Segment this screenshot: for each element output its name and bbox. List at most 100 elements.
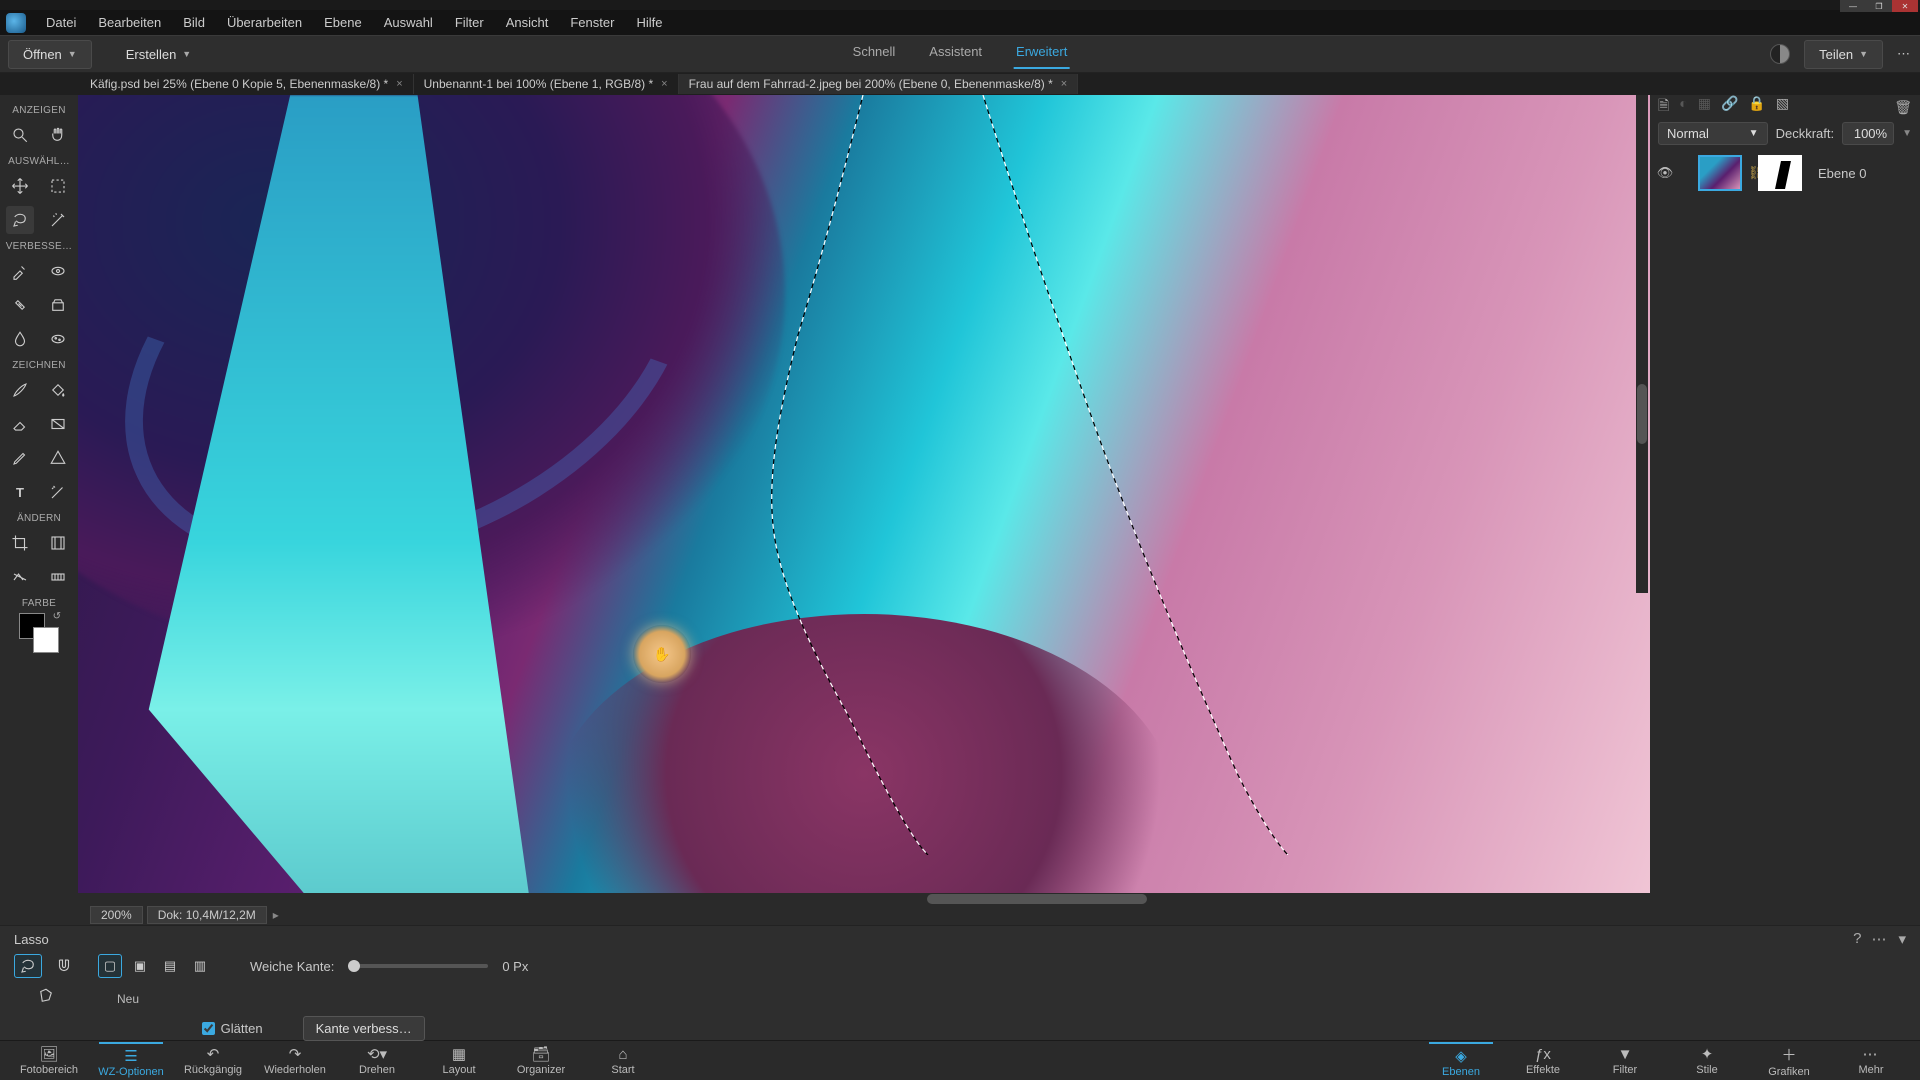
hand-tool-icon[interactable] [44,121,72,149]
healing-tool-icon[interactable] [6,291,34,319]
straighten-tool-icon[interactable] [6,563,34,591]
menu-datei[interactable]: Datei [36,11,86,34]
selection-new-icon[interactable]: ▢ [98,954,122,978]
shape-tool-icon[interactable] [44,444,72,472]
scrollbar-thumb[interactable] [927,894,1147,904]
menu-bearbeiten[interactable]: Bearbeiten [88,11,171,34]
doc-tab-0[interactable]: Käfig.psd bei 25% (Ebene 0 Kopie 5, Eben… [80,74,414,94]
refine-edge-button[interactable]: Kante verbess… [303,1016,425,1041]
redeye-tool-icon[interactable] [44,257,72,285]
recompose-tool-icon[interactable] [44,529,72,557]
menu-auswahl[interactable]: Auswahl [374,11,443,34]
color-replace-tool-icon[interactable] [44,478,72,506]
mode-guided[interactable]: Assistent [927,40,984,69]
layer-name[interactable]: Ebene 0 [1818,166,1866,181]
theme-toggle-icon[interactable] [1770,44,1790,64]
layout-button[interactable]: ▦ Layout [418,1041,500,1080]
horizontal-scrollbar[interactable] [78,893,1650,905]
content-aware-tool-icon[interactable] [44,563,72,591]
menu-fenster[interactable]: Fenster [560,11,624,34]
selection-intersect-icon[interactable]: ▥ [188,954,212,978]
layer-mask-icon[interactable]: ▦ [1698,95,1711,119]
panel-more[interactable]: ⋯ Mehr [1830,1041,1912,1080]
close-icon[interactable]: × [1061,78,1067,90]
color-swatches[interactable]: ↺ [19,613,59,653]
doc-tab-2[interactable]: Frau auf dem Fahrrad-2.jpeg bei 200% (Eb… [679,74,1079,94]
appbar-more-icon[interactable]: ⋯ [1897,46,1912,62]
marquee-tool-icon[interactable] [44,172,72,200]
blend-mode-select[interactable]: Normal ▼ [1658,122,1768,145]
link-layers-icon[interactable]: 🔗 [1721,95,1738,119]
panel-layers[interactable]: ◈ Ebenen [1420,1041,1502,1080]
chevron-right-icon[interactable]: ▸ [273,908,279,922]
scrollbar-thumb[interactable] [1637,384,1647,444]
window-maximize-button[interactable]: ❐ [1866,0,1892,12]
collapse-panel-icon[interactable]: ▾ [1898,930,1906,948]
panel-filters[interactable]: ▼ Filter [1584,1041,1666,1080]
layer-adjust-icon[interactable]: ◐ [1679,95,1687,119]
opacity-field[interactable]: 100% [1842,122,1894,145]
undo-button[interactable]: ↶ Rückgängig [172,1041,254,1080]
feather-slider[interactable] [348,964,488,968]
lock-layer-icon[interactable]: 🔒 [1748,95,1765,119]
layer-fx-menu-icon[interactable]: ▧ [1776,95,1789,119]
zoom-field[interactable]: 200% [90,906,143,924]
antialias-checkbox[interactable]: Glätten [202,1021,263,1036]
window-minimize-button[interactable]: — [1840,0,1866,12]
menu-bild[interactable]: Bild [173,11,215,34]
panel-menu-icon[interactable]: ⋯ [1871,930,1888,948]
delete-layer-icon[interactable]: 🗑 [1894,99,1912,116]
close-icon[interactable]: × [661,78,667,90]
help-icon[interactable]: ? [1853,930,1861,948]
swap-colors-icon[interactable]: ↺ [53,611,61,622]
redo-button[interactable]: ↷ Wiederholen [254,1041,336,1080]
blur-tool-icon[interactable] [6,325,34,353]
menu-ansicht[interactable]: Ansicht [496,11,559,34]
organizer-button[interactable]: 🗃 Organizer [500,1041,582,1080]
open-button[interactable]: Öffnen ▼ [8,40,92,69]
mode-expert[interactable]: Erweitert [1014,40,1069,69]
pencil-tool-icon[interactable] [6,444,34,472]
sponge-tool-icon[interactable] [44,325,72,353]
panel-styles[interactable]: ✦ Stile [1666,1041,1748,1080]
background-color[interactable] [33,627,59,653]
home-button[interactable]: ⌂ Start [582,1041,664,1080]
lasso-tool-icon[interactable] [6,206,34,234]
visibility-toggle-icon[interactable]: 👁 [1656,165,1674,181]
chevron-down-icon[interactable]: ▼ [1902,128,1912,139]
slider-thumb[interactable] [348,960,360,972]
eraser-tool-icon[interactable] [6,410,34,438]
layer-mask-thumb[interactable] [1758,155,1802,191]
doc-tab-1[interactable]: Unbenannt-1 bei 100% (Ebene 1, RGB/8) * … [414,74,679,94]
gradient-tool-icon[interactable] [44,410,72,438]
menu-ueberarbeiten[interactable]: Überarbeiten [217,11,312,34]
lasso-variant-magnetic-icon[interactable] [50,954,78,978]
create-button[interactable]: Erstellen ▼ [112,41,206,68]
close-icon[interactable]: × [396,78,402,90]
lasso-variant-freehand-icon[interactable] [14,954,42,978]
panel-photobin[interactable]: 🖼 Fotobereich [8,1041,90,1080]
window-close-button[interactable]: ✕ [1892,0,1918,12]
move-tool-icon[interactable] [6,172,34,200]
panel-tooloptions[interactable]: ☰ WZ-Optionen [90,1041,172,1080]
mode-quick[interactable]: Schnell [851,40,898,69]
vertical-scrollbar[interactable] [1636,95,1648,593]
magic-wand-tool-icon[interactable] [44,206,72,234]
selection-add-icon[interactable]: ▣ [128,954,152,978]
menu-ebene[interactable]: Ebene [314,11,372,34]
lasso-variant-polygon-icon[interactable] [32,984,60,1008]
eyedropper-tool-icon[interactable] [6,257,34,285]
clone-stamp-tool-icon[interactable] [44,291,72,319]
canvas[interactable]: ✋ [78,95,1650,893]
menu-hilfe[interactable]: Hilfe [626,11,672,34]
crop-tool-icon[interactable] [6,529,34,557]
layer-thumb[interactable] [1698,155,1742,191]
panel-graphics[interactable]: ＋ Grafiken [1748,1041,1830,1080]
layer-row[interactable]: 👁 ⛓ Ebene 0 [1654,151,1916,195]
share-button[interactable]: Teilen ▼ [1804,40,1883,69]
zoom-tool-icon[interactable] [6,121,34,149]
menu-filter[interactable]: Filter [445,11,494,34]
selection-subtract-icon[interactable]: ▤ [158,954,182,978]
rotate-button[interactable]: ⟲▾ Drehen [336,1041,418,1080]
new-layer-icon[interactable]: 🗎 [1658,95,1669,119]
